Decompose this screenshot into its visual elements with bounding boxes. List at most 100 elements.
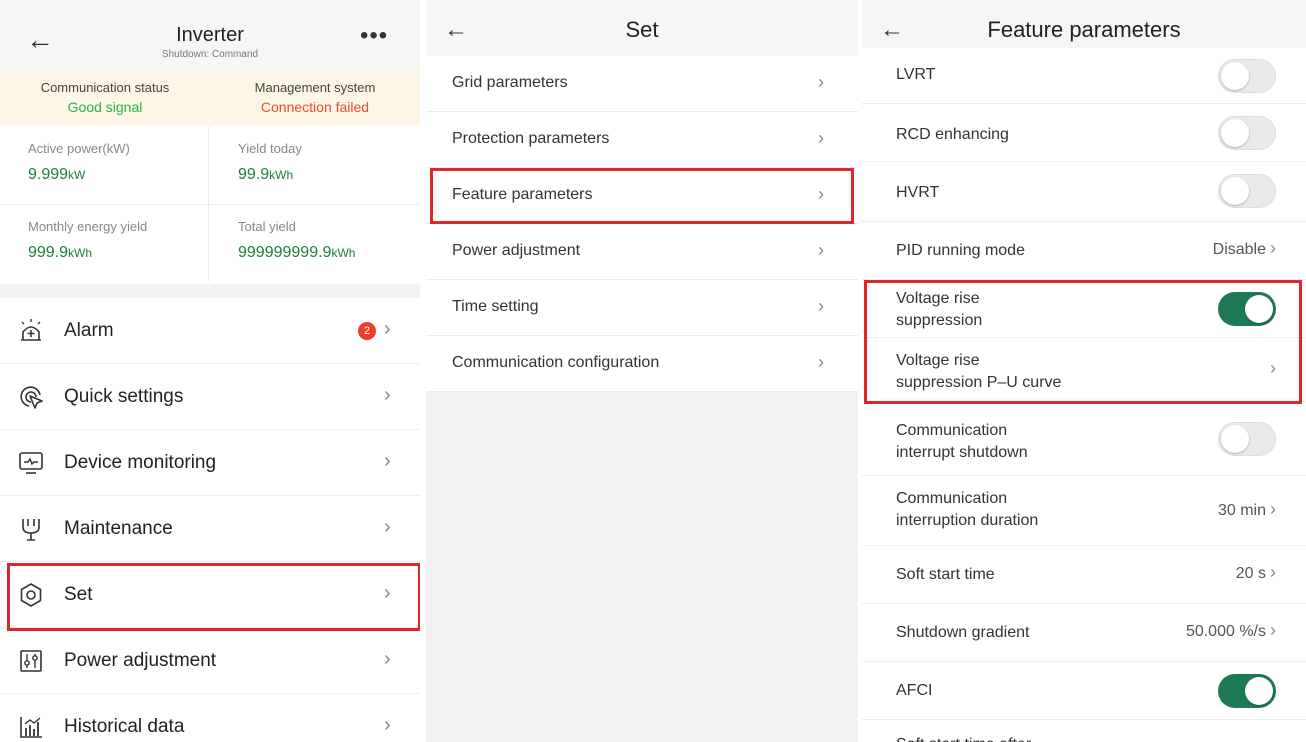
feature-row-label: RCD enhancing	[896, 126, 1009, 143]
feature-row-hvrt: HVRT	[862, 162, 1306, 222]
more-icon[interactable]: •••	[360, 24, 388, 48]
hvrt-toggle[interactable]	[1218, 174, 1276, 208]
page-subtitle: Shutdown: Command	[161, 49, 259, 60]
total-yield-value: 999999999.9kWh	[238, 244, 356, 261]
page-title: Feature parameters	[987, 17, 1181, 42]
feature-row-label: Shutdown gradient	[896, 624, 1030, 641]
chevron-right-icon: ›	[384, 318, 391, 340]
menu-item-quick-settings[interactable]: Quick settings ›	[0, 364, 420, 430]
set-item-communication-configuration[interactable]: Communication configuration ›	[426, 336, 858, 392]
chevron-right-icon: ›	[818, 352, 824, 372]
menu-item-label: Quick settings	[64, 386, 184, 407]
feature-row-pid-running-mode[interactable]: PID running mode Disable ›	[862, 222, 1306, 280]
feature-row-soft-start-time-after[interactable]: Soft start time after	[862, 720, 1306, 742]
menu-item-device-monitoring[interactable]: Device monitoring ›	[0, 430, 420, 496]
toggle-knob	[1221, 177, 1249, 205]
status-bar: Communication status Good signal Managem…	[0, 70, 420, 126]
communication-interrupt-shutdown-toggle[interactable]	[1218, 422, 1276, 456]
highlight-box	[7, 563, 420, 631]
chevron-right-icon: ›	[384, 516, 391, 538]
highlight-box	[864, 280, 1302, 404]
set-header: ← Set	[426, 0, 858, 56]
menu-item-power-adjustment[interactable]: Power adjustment ›	[0, 628, 420, 694]
menu-item-alarm[interactable]: Alarm 2 ›	[0, 298, 420, 364]
chevron-right-icon: ›	[818, 296, 824, 316]
afci-toggle[interactable]	[1218, 674, 1276, 708]
chevron-right-icon: ›	[1270, 238, 1276, 258]
historical-data-icon	[20, 717, 42, 738]
metrics-divider	[0, 204, 420, 205]
monthly-energy-yield-label: Monthly energy yield	[28, 219, 148, 234]
management-system-value: Connection failed	[260, 99, 370, 115]
active-power: Active power(kW) 9.999kW	[0, 126, 210, 204]
toggle-knob	[1221, 119, 1249, 147]
menu-item-historical-data[interactable]: Historical data ›	[0, 694, 420, 742]
feature-row-shutdown-gradient[interactable]: Shutdown gradient 50.000 %/s ›	[862, 604, 1306, 662]
chevron-right-icon: ›	[384, 714, 391, 736]
pid-running-mode-value: Disable	[1212, 241, 1266, 258]
chevron-right-icon: ›	[1270, 562, 1276, 582]
set-item-grid-parameters[interactable]: Grid parameters ›	[426, 56, 858, 112]
total-yield-label: Total yield	[238, 219, 296, 234]
rcd-enhancing-toggle[interactable]	[1218, 116, 1276, 150]
feature-row-label: Soft start time	[896, 566, 995, 583]
set-item-power-adjustment[interactable]: Power adjustment ›	[426, 224, 858, 280]
feature-row-afci: AFCI	[862, 662, 1306, 720]
menu-item-label: Alarm	[64, 320, 114, 341]
inverter-screen: ← Inverter Shutdown: Command ••• Communi…	[0, 0, 420, 742]
chevron-right-icon: ›	[818, 72, 824, 92]
yield-today: Yield today 99.9kWh	[210, 126, 420, 204]
management-system-status: Management system Connection failed	[210, 80, 420, 115]
feature-row-communication-interrupt-shutdown: Communication interrupt shutdown	[862, 402, 1306, 476]
toggle-knob	[1221, 62, 1249, 90]
feature-parameters-screen: ← Feature parameters LVRT RCD enhancing …	[862, 0, 1306, 742]
communication-status: Communication status Good signal	[0, 80, 210, 115]
inverter-header: ← Inverter Shutdown: Command •••	[0, 0, 420, 70]
highlight-box	[430, 168, 854, 224]
feature-row-label: HVRT	[896, 184, 940, 201]
communication-status-value: Good signal	[67, 99, 143, 115]
total-yield: Total yield 999999999.9kWh	[210, 204, 420, 282]
yield-today-value: 99.9kWh	[238, 166, 294, 183]
set-item-protection-parameters[interactable]: Protection parameters ›	[426, 112, 858, 168]
yield-today-label: Yield today	[238, 141, 302, 156]
feature-row-lvrt: LVRT	[862, 48, 1306, 104]
section-gap	[0, 284, 420, 298]
active-power-value: 9.999kW	[28, 166, 86, 183]
set-item-label: Power adjustment	[452, 242, 581, 259]
monthly-energy-yield-value: 999.9kWh	[28, 244, 93, 261]
communication-status-label: Communication status	[40, 80, 170, 95]
feature-row-label: Communication interrupt shutdown	[896, 422, 1028, 461]
page-title: Inverter	[176, 24, 244, 46]
set-item-time-setting[interactable]: Time setting ›	[426, 280, 858, 336]
lvrt-toggle[interactable]	[1218, 59, 1276, 93]
feature-row-communication-interruption-duration[interactable]: Communication interruption duration 30 mi…	[862, 476, 1306, 546]
feature-row-label: LVRT	[896, 66, 936, 83]
menu-item-label: Power adjustment	[64, 650, 217, 671]
chevron-right-icon: ›	[384, 648, 391, 670]
feature-row-label: AFCI	[896, 682, 933, 699]
menu-item-maintenance[interactable]: Maintenance ›	[0, 496, 420, 562]
feature-row-rcd-enhancing: RCD enhancing	[862, 104, 1306, 162]
toggle-knob	[1221, 425, 1249, 453]
feature-row-label: PID running mode	[896, 242, 1025, 259]
set-item-label: Communication configuration	[452, 354, 660, 371]
maintenance-icon	[22, 519, 40, 541]
set-screen: ← Set Grid parameters › Protection param…	[426, 0, 858, 742]
set-item-label: Time setting	[452, 298, 539, 315]
alarm-icon	[21, 319, 41, 341]
feature-row-soft-start-time[interactable]: Soft start time 20 s ›	[862, 546, 1306, 604]
chevron-right-icon: ›	[818, 240, 824, 260]
active-power-label: Active power(kW)	[28, 141, 130, 156]
shutdown-gradient-value: 50.000 %/s	[1185, 623, 1266, 640]
chevron-right-icon: ›	[384, 384, 391, 406]
set-item-label: Grid parameters	[452, 74, 568, 91]
power-adjustment-icon	[20, 650, 42, 672]
menu-item-label: Historical data	[64, 716, 185, 737]
chevron-right-icon: ›	[818, 128, 824, 148]
feature-row-label: Communication interruption duration	[896, 490, 1039, 529]
communication-interruption-duration-value: 30 min	[1217, 502, 1266, 519]
management-system-label: Management system	[254, 80, 376, 95]
page-title: Set	[625, 17, 659, 42]
menu-item-label: Device monitoring	[64, 452, 217, 473]
